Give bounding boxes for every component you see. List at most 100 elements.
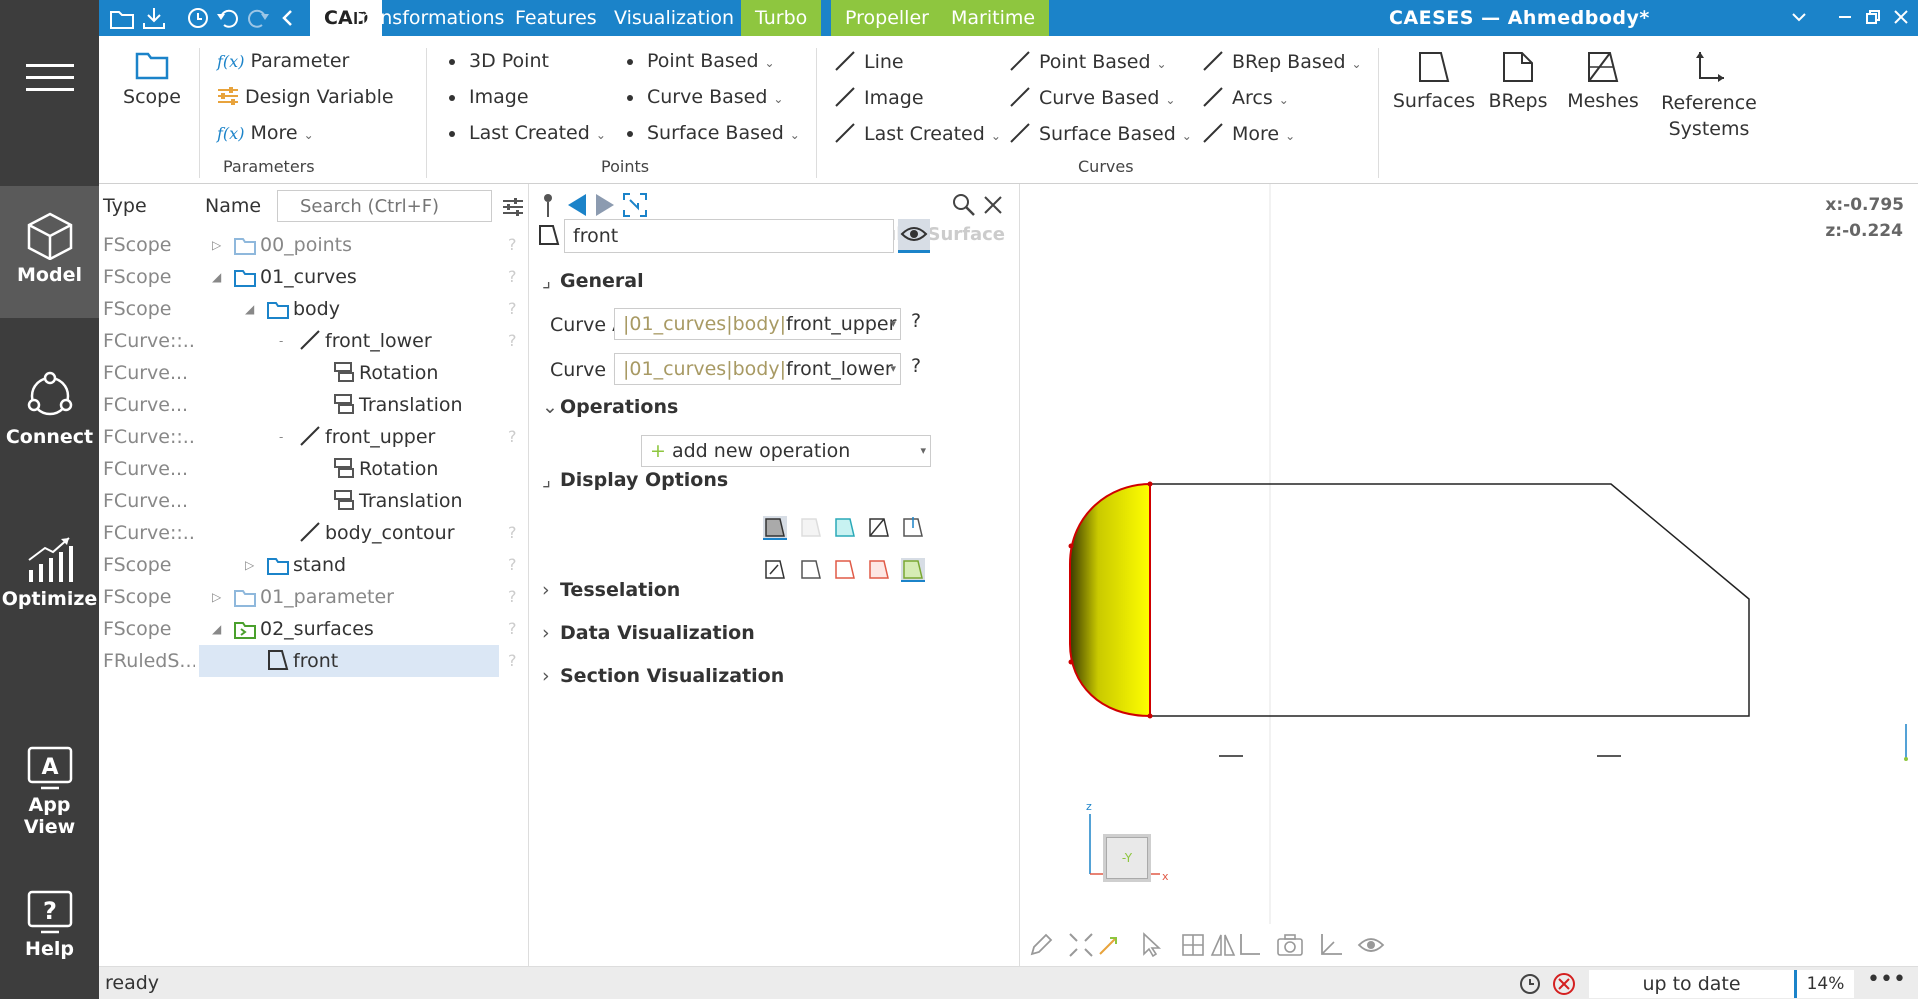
curve-surface-based-button[interactable]: Surface Based ⌄ (1009, 122, 1192, 145)
point-curve-based-button[interactable]: Curve Based ⌄ (627, 86, 783, 108)
redo-icon[interactable] (245, 6, 271, 30)
tree-row[interactable]: FScope ◢ 02_surfaces ? (99, 613, 529, 645)
point-surface-based-button[interactable]: Surface Based ⌄ (627, 122, 800, 144)
meshes-button[interactable]: Meshes (1563, 50, 1643, 112)
expand-icon[interactable]: ▷ (212, 229, 221, 261)
tree-row[interactable]: FCurve... Rotation (99, 453, 529, 485)
chevron-down-icon[interactable] (1790, 8, 1808, 26)
line-button[interactable]: Line (834, 50, 904, 73)
tab-visualization[interactable]: Visualization (600, 0, 748, 36)
undo-icon[interactable] (215, 6, 241, 30)
tree-row[interactable]: FCurve... Translation (99, 389, 529, 421)
display-green-icon[interactable] (900, 558, 926, 582)
help-q-icon[interactable]: ? (508, 581, 517, 613)
tree-row[interactable]: FScope ◢ body ? (99, 293, 529, 325)
help-q-icon[interactable]: ? (508, 421, 517, 453)
col-type-header[interactable]: Type (103, 195, 147, 217)
help-q-icon[interactable]: ? (508, 325, 517, 357)
history-icon[interactable] (185, 6, 211, 30)
display-transparent-icon[interactable] (798, 516, 824, 540)
tree-row[interactable]: FCurve... Rotation (99, 357, 529, 389)
tab-features[interactable]: Features (501, 0, 611, 36)
tab-propeller[interactable]: Propeller (831, 0, 943, 36)
visibility-toggle[interactable] (898, 219, 930, 253)
breps-button[interactable]: BReps (1483, 50, 1553, 112)
front-ruled-surface[interactable] (1069, 482, 1151, 718)
restore-icon[interactable] (1864, 8, 1882, 26)
curve-image-button[interactable]: Image (834, 86, 924, 109)
rail-help-button[interactable]: ? Help (0, 890, 99, 980)
display-normal-icon[interactable] (900, 516, 926, 540)
surfaces-button[interactable]: Surfaces (1389, 50, 1479, 112)
help-q-icon[interactable]: ? (508, 229, 517, 261)
collapse-icon[interactable]: ◢ (212, 613, 221, 645)
design-variable-button[interactable]: Design Variable (217, 86, 394, 108)
display-wireframe-icon[interactable] (866, 516, 892, 540)
fit-view-icon[interactable] (1068, 932, 1094, 958)
zoom-selection-icon[interactable] (1096, 932, 1122, 958)
mirror-icon[interactable] (1210, 932, 1236, 958)
help-q-icon[interactable]: ? (508, 293, 517, 325)
display-red-fill-icon[interactable] (866, 558, 892, 582)
curve-b-help-icon[interactable]: ? (911, 355, 921, 377)
collapse-icon[interactable]: - (279, 421, 283, 453)
save-download-icon[interactable] (141, 6, 167, 30)
eye-icon[interactable] (1356, 932, 1386, 958)
error-stop-icon[interactable] (1551, 971, 1577, 997)
display-red-outline-icon[interactable] (832, 558, 858, 582)
help-q-icon[interactable]: ? (508, 517, 517, 549)
tree-row[interactable]: FScope ▷ stand ? (99, 549, 529, 581)
curve-b-select[interactable]: |01_curves|body|front_lower ▾ (614, 353, 901, 385)
tab-transformations[interactable]: Transformations (338, 0, 518, 36)
parameter-button[interactable]: f(x) Parameter (217, 50, 349, 72)
back-arrow-icon[interactable] (566, 192, 588, 218)
display-options-section-header[interactable]: ⌟ Display Options (542, 469, 728, 491)
curve-a-select[interactable]: |01_curves|body|front_upper ▾ (614, 308, 901, 340)
coordinate-system-icon[interactable] (1316, 932, 1344, 958)
more-options-icon[interactable]: ••• (1867, 967, 1906, 992)
display-arrow-icon[interactable] (762, 558, 788, 582)
tree-row[interactable]: FScope ▷ 00_points ? (99, 229, 529, 261)
tree-row[interactable]: FScope ▷ 01_parameter ? (99, 581, 529, 613)
help-q-icon[interactable]: ? (508, 613, 517, 645)
point-image-button[interactable]: Image (449, 86, 529, 108)
zoom-level[interactable]: 14% (1794, 970, 1854, 998)
history-clock-icon[interactable] (1517, 971, 1543, 997)
view-cube-face[interactable]: -Y (1103, 834, 1151, 882)
tree-row[interactable]: FCurve... Translation (99, 485, 529, 517)
3d-viewport[interactable]: x:-0.795 z:-0.224 z x -Y (1020, 184, 1918, 966)
help-q-icon[interactable]: ? (508, 645, 517, 677)
tree-row[interactable]: FScope ◢ 01_curves ? (99, 261, 529, 293)
axes-toggle-icon[interactable] (1236, 932, 1262, 958)
select-cursor-icon[interactable] (1138, 932, 1164, 958)
curve-point-based-button[interactable]: Point Based ⌄ (1009, 50, 1167, 73)
tree-row-selected[interactable]: FRuledS... front ? (99, 645, 529, 677)
operations-section-header[interactable]: ⌄ Operations (542, 396, 678, 418)
tab-turbo[interactable]: Turbo (741, 0, 822, 36)
update-status[interactable]: up to date (1589, 970, 1794, 998)
search-icon[interactable] (951, 192, 977, 218)
rail-connect-button[interactable]: Connect (0, 370, 99, 460)
rail-app-view-button[interactable]: A App View (0, 746, 99, 838)
collapse-icon[interactable]: ◢ (212, 261, 221, 293)
reference-systems-button[interactable]: Reference Systems (1654, 50, 1764, 142)
collapse-icon[interactable]: ◢ (245, 293, 254, 325)
arcs-button[interactable]: Arcs ⌄ (1202, 86, 1289, 109)
expand-icon[interactable]: ▷ (245, 549, 254, 581)
grid-view-icon[interactable] (1180, 932, 1206, 958)
data-visualization-section-header[interactable]: › Data Visualization (542, 622, 755, 644)
pencil-icon[interactable] (1028, 932, 1054, 958)
display-shaded-icon[interactable] (762, 516, 788, 540)
display-outline-icon[interactable] (798, 558, 824, 582)
general-section-header[interactable]: ⌟ General (542, 270, 644, 292)
tree-row[interactable]: FCurve::... - front_lower ? (99, 325, 529, 357)
3d-point-button[interactable]: 3D Point (449, 50, 549, 72)
collapse-icon[interactable]: - (279, 325, 283, 357)
tab-maritime[interactable]: Maritime (937, 0, 1050, 36)
tree-row[interactable]: FCurve::... body_contour ? (99, 517, 529, 549)
tree-row[interactable]: FCurve::... - front_upper ? (99, 421, 529, 453)
chevron-left-icon[interactable] (275, 6, 301, 30)
brep-based-button[interactable]: BRep Based ⌄ (1202, 50, 1362, 73)
more-parameters-button[interactable]: f(x) More ⌄ (217, 122, 314, 144)
object-name-input[interactable]: front (564, 219, 894, 253)
